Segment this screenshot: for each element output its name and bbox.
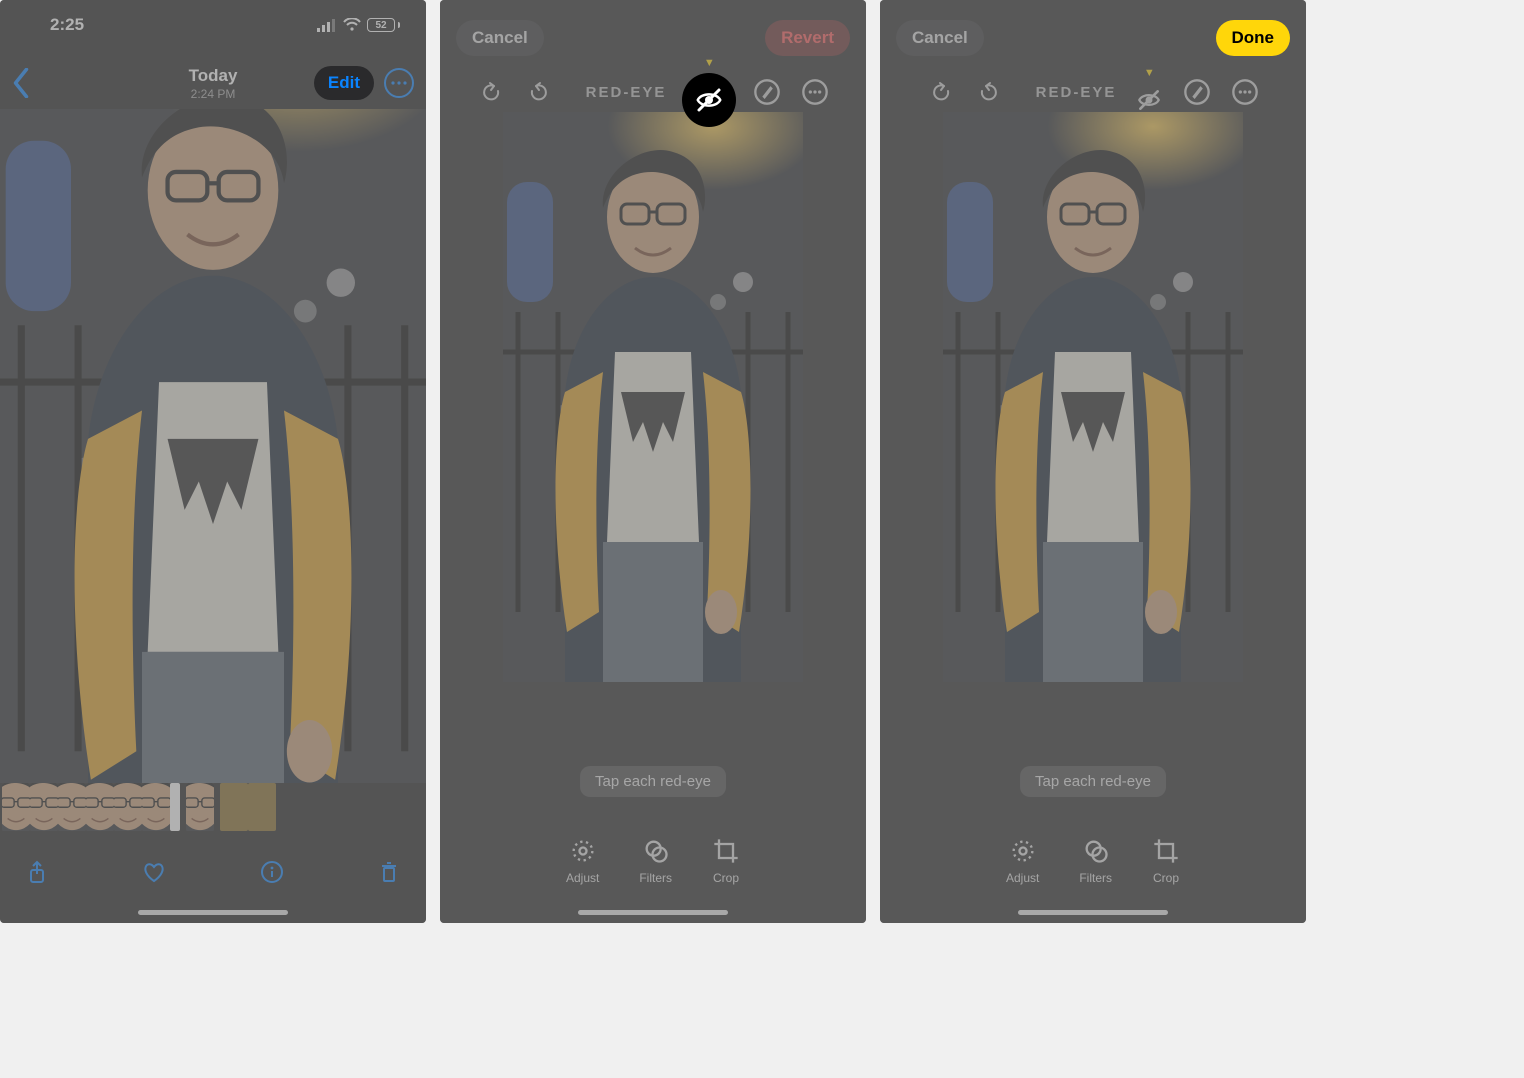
- list-item[interactable]: [114, 783, 142, 831]
- nav-subtitle: 2:24 PM: [189, 87, 238, 101]
- redeye-hint: Tap each red-eye: [1020, 766, 1166, 797]
- mode-crop-label: Crop: [1153, 871, 1179, 885]
- more-options-icon[interactable]: [384, 68, 414, 98]
- screen-edit-done: Cancel Done RED-EYE ▼ Tap each red-eye A…: [880, 0, 1306, 923]
- mode-filters[interactable]: Filters: [1079, 837, 1112, 885]
- trash-icon[interactable]: [374, 857, 404, 887]
- mode-crop-label: Crop: [713, 871, 739, 885]
- back-chevron-icon[interactable]: [12, 68, 30, 98]
- list-item[interactable]: [186, 783, 214, 831]
- markup-icon[interactable]: [1180, 75, 1214, 109]
- photo-actions-bar: [0, 847, 426, 897]
- list-item[interactable]: [30, 783, 58, 831]
- photo-nav-bar: Today 2:24 PM Edit: [0, 58, 426, 108]
- tool-label: RED-EYE: [586, 84, 667, 101]
- battery-indicator: 52: [367, 18, 400, 32]
- photo-main[interactable]: [0, 109, 426, 783]
- revert-button[interactable]: Revert: [765, 20, 850, 56]
- mode-crop[interactable]: Crop: [1152, 837, 1180, 885]
- mode-adjust-label: Adjust: [566, 871, 599, 885]
- cancel-button[interactable]: Cancel: [896, 20, 984, 56]
- redo-icon[interactable]: [522, 75, 556, 109]
- list-item[interactable]: [2, 783, 30, 831]
- redeye-tool-icon[interactable]: [682, 73, 736, 127]
- more-tools-icon[interactable]: [798, 75, 832, 109]
- wifi-icon: [343, 18, 361, 32]
- mode-crop[interactable]: Crop: [712, 837, 740, 885]
- list-item[interactable]: [220, 783, 248, 831]
- tool-label: RED-EYE: [1036, 84, 1117, 101]
- status-bar: 2:25 52: [0, 0, 426, 50]
- cellular-icon: [317, 18, 337, 32]
- list-item[interactable]: [142, 783, 170, 831]
- mode-filters-label: Filters: [639, 871, 672, 885]
- done-button[interactable]: Done: [1216, 20, 1291, 56]
- photo-edit-canvas[interactable]: [503, 112, 803, 682]
- cancel-button[interactable]: Cancel: [456, 20, 544, 56]
- edit-mode-row: Adjust Filters Crop: [440, 837, 866, 885]
- caret-down-icon: ▼: [1144, 68, 1155, 79]
- mode-filters[interactable]: Filters: [639, 837, 672, 885]
- caret-down-icon: ▼: [704, 58, 715, 69]
- mode-adjust[interactable]: Adjust: [1006, 837, 1039, 885]
- share-icon[interactable]: [22, 857, 52, 887]
- edit-nav-bar: Cancel Revert: [440, 16, 866, 60]
- photo-edit-canvas[interactable]: [943, 112, 1243, 682]
- redeye-hint: Tap each red-eye: [580, 766, 726, 797]
- list-item[interactable]: [248, 783, 276, 831]
- edit-nav-bar: Cancel Done: [880, 16, 1306, 60]
- screen-photo-viewer: 2:25 52 Today 2:24 PM Edit: [0, 0, 426, 923]
- nav-title: Today: [189, 66, 238, 86]
- mode-adjust-label: Adjust: [1006, 871, 1039, 885]
- markup-icon[interactable]: [750, 75, 784, 109]
- undo-icon[interactable]: [474, 75, 508, 109]
- home-indicator[interactable]: [1018, 910, 1168, 915]
- list-item[interactable]: [86, 783, 114, 831]
- mode-filters-label: Filters: [1079, 871, 1112, 885]
- list-item[interactable]: [170, 783, 180, 831]
- list-item[interactable]: [58, 783, 86, 831]
- home-indicator[interactable]: [578, 910, 728, 915]
- mode-adjust[interactable]: Adjust: [566, 837, 599, 885]
- battery-percent: 52: [375, 20, 386, 31]
- screen-edit-redeye: Cancel Revert RED-EYE ▼ Tap each red-eye…: [440, 0, 866, 923]
- redo-icon[interactable]: [972, 75, 1006, 109]
- edit-mode-row: Adjust Filters Crop: [880, 837, 1306, 885]
- home-indicator[interactable]: [138, 910, 288, 915]
- favorite-heart-icon[interactable]: [139, 857, 169, 887]
- undo-icon[interactable]: [924, 75, 958, 109]
- status-time: 2:25: [50, 15, 84, 35]
- edit-button[interactable]: Edit: [314, 66, 374, 100]
- photo-thumbnail-strip[interactable]: [0, 783, 426, 831]
- info-icon[interactable]: [257, 857, 287, 887]
- more-tools-icon[interactable]: [1228, 75, 1262, 109]
